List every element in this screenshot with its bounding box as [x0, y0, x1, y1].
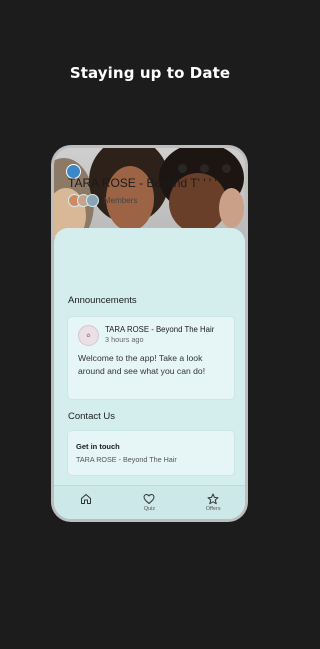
member-avatar — [86, 194, 99, 207]
brand-logo-icon: ✿ — [78, 325, 99, 346]
phone-frame: TARA ROSE - Beyond T' ' ' ' Members Anno… — [51, 145, 248, 522]
menu-icon[interactable] — [222, 164, 231, 173]
app-title: TARA ROSE - Beyond T' ' ' ' — [68, 176, 217, 190]
heart-icon — [143, 493, 155, 504]
contact-card[interactable]: Get in touch TARA ROSE - Beyond The Hair — [68, 431, 234, 475]
tab-offers[interactable]: Offers — [191, 493, 235, 513]
announcement-time: 3 hours ago — [105, 335, 144, 344]
tab-quiz[interactable]: Quiz — [127, 493, 171, 513]
announcement-message: Welcome to the app! Take a look around a… — [78, 353, 206, 376]
app-screen: TARA ROSE - Beyond T' ' ' ' Members Anno… — [54, 148, 245, 519]
home-icon — [80, 493, 91, 504]
chat-icon[interactable] — [200, 164, 209, 173]
announcements-heading: Announcements — [68, 295, 137, 306]
members-row[interactable]: Members — [68, 194, 137, 207]
bottom-tab-bar: Quiz Offers — [54, 485, 245, 519]
tab-label: Offers — [205, 505, 221, 512]
members-label: Members — [104, 196, 138, 205]
contact-title: Get in touch — [76, 442, 120, 451]
page-headline: Staying up to Date — [69, 64, 231, 82]
contact-subtitle: TARA ROSE - Beyond The Hair — [76, 455, 177, 464]
announcement-author: TARA ROSE - Beyond The Hair — [105, 325, 215, 334]
star-icon — [207, 493, 219, 504]
announcement-card[interactable]: ✿ TARA ROSE - Beyond The Hair 3 hours ag… — [68, 317, 234, 399]
tab-label: Quiz — [143, 505, 156, 512]
contact-heading: Contact Us — [68, 411, 115, 422]
notification-icon[interactable] — [178, 164, 187, 173]
tab-home[interactable] — [64, 493, 108, 513]
